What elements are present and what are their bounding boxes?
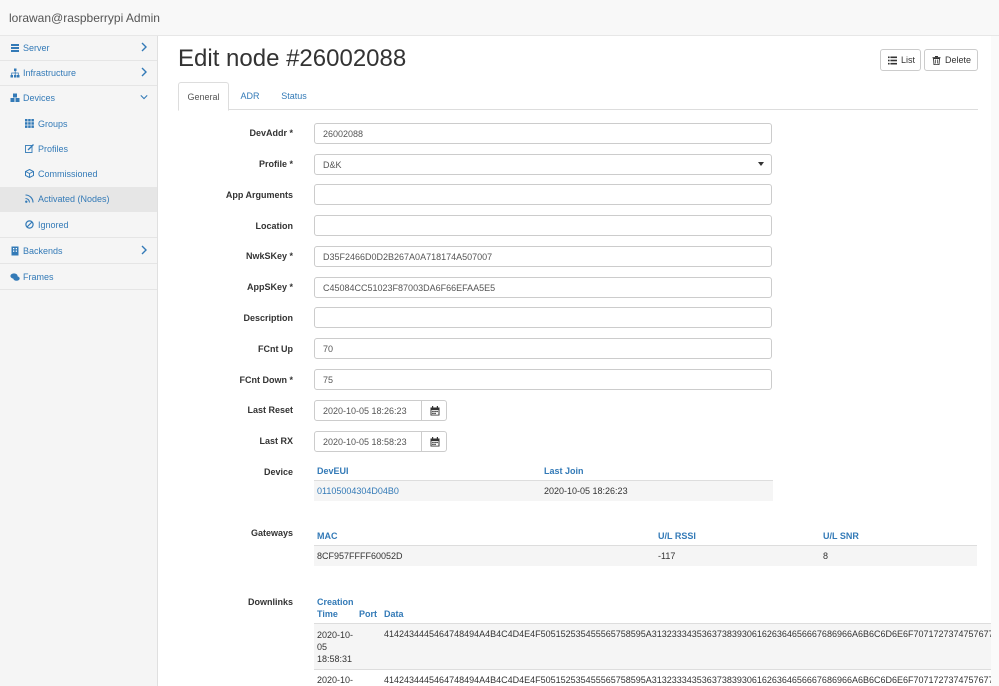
gateway-mac-value: 8CF957FFFF60052D (317, 551, 403, 561)
last-reset-label: Last Reset (247, 405, 293, 415)
chevron-right-icon (140, 67, 148, 77)
tab-bar: General ADR Status (178, 82, 978, 111)
calendar-icon (430, 437, 440, 447)
downlinks-label: Downlinks (247, 597, 293, 607)
app-title[interactable]: lorawan@raspberrypi Admin (9, 11, 160, 25)
port-header[interactable]: Port (359, 609, 377, 619)
downlink-time: 2020-10- 05 18:58:31 (317, 630, 354, 664)
sidebar-item-label: Devices (23, 93, 56, 103)
sidebar: Server Infrastructure Devices Groups Pro… (0, 36, 158, 686)
comments-icon (10, 272, 20, 282)
last-rx-label: Last RX (259, 436, 293, 446)
sidebar-item-infrastructure[interactable]: Infrastructure (0, 61, 157, 86)
description-field[interactable] (314, 307, 772, 328)
fcnt-up-label: FCnt Up (258, 344, 293, 354)
rss-icon (25, 194, 34, 203)
cube-icon (25, 169, 34, 178)
vertical-scrollbar[interactable] (991, 36, 999, 686)
tab-adr[interactable]: ADR (231, 82, 269, 110)
edit-icon (25, 144, 34, 153)
delete-button[interactable]: Delete (924, 49, 978, 71)
profile-select[interactable]: D&K (314, 154, 772, 175)
delete-button-label: Delete (945, 55, 972, 65)
sidebar-subitem-profiles[interactable]: Profiles (0, 137, 157, 162)
chevron-down-icon (140, 92, 148, 102)
sidebar-item-label: Backends (23, 246, 63, 256)
downlink-time: 2020-10- (317, 675, 354, 685)
last-reset-calendar-button[interactable] (421, 400, 447, 421)
nwkskey-field[interactable]: D35F2466D0D2B267A0A718174A507007 (314, 246, 772, 267)
devaddr-field[interactable]: 26002088 (314, 123, 772, 144)
gateway-snr-value: 8 (823, 551, 829, 561)
list-icon (888, 56, 897, 65)
description-label: Description (243, 313, 293, 323)
location-field[interactable] (314, 215, 772, 236)
sidebar-item-label: Frames (23, 272, 54, 282)
gateway-rssi-value: -117 (658, 551, 676, 561)
mac-header[interactable]: MAC (317, 531, 338, 541)
sidebar-subitem-label: Groups (38, 119, 68, 129)
appskey-field[interactable]: C45084CC51023F87003DA6F66EFAA5E5 (314, 277, 772, 298)
sidebar-item-label: Infrastructure (23, 68, 77, 78)
server-icon (10, 43, 20, 53)
fcnt-down-label: FCnt Down * (239, 375, 294, 385)
sidebar-subitem-label: Ignored (38, 220, 69, 230)
deveui-link[interactable]: 01105004304D04B0 (317, 486, 399, 496)
top-navbar: lorawan@raspberrypi Admin (0, 0, 999, 36)
creation-time-header[interactable]: Creation Time (317, 597, 354, 619)
appskey-label: AppSKey * (246, 282, 293, 292)
sidebar-subitem-groups[interactable]: Groups (0, 112, 157, 137)
chevron-right-icon (140, 42, 148, 52)
profile-label: Profile * (258, 159, 293, 169)
gateways-label: Gateways (250, 528, 293, 538)
last-rx-field[interactable]: 2020-10-05 18:58:23 (314, 431, 422, 452)
cubes-icon (10, 93, 20, 103)
last-join-value: 2020-10-05 18:26:23 (544, 486, 628, 496)
th-icon (25, 119, 34, 128)
list-button[interactable]: List (880, 49, 921, 71)
devaddr-label: DevAddr * (249, 128, 293, 138)
sidebar-subitem-label: Activated (Nodes) (38, 194, 110, 204)
fcnt-down-field[interactable]: 75 (314, 369, 772, 390)
sidebar-subitem-activated-nodes[interactable]: Activated (Nodes) (0, 187, 157, 212)
sidebar-subitem-commissioned[interactable]: Commissioned (0, 162, 157, 187)
location-label: Location (255, 221, 294, 231)
deveui-header[interactable]: DevEUI (317, 466, 349, 476)
sidebar-subitem-label: Profiles (38, 144, 69, 154)
downlink-data: 4142434445464748494A4B4C4D4E4F5051525354… (384, 629, 991, 639)
fcnt-up-field[interactable]: 70 (314, 338, 772, 359)
tab-status[interactable]: Status (272, 82, 316, 110)
sidebar-item-label: Server (23, 43, 50, 53)
trash-icon (932, 56, 941, 65)
app-arguments-field[interactable] (314, 184, 772, 205)
sitemap-icon (10, 68, 20, 78)
building-icon (10, 246, 20, 256)
tab-general[interactable]: General (178, 82, 229, 111)
list-button-label: List (901, 55, 916, 65)
ul-rssi-header[interactable]: U/L RSSI (658, 531, 696, 541)
device-label: Device (263, 467, 293, 477)
sidebar-item-devices[interactable]: Devices (0, 86, 157, 111)
last-reset-field[interactable]: 2020-10-05 18:26:23 (314, 400, 422, 421)
caret-down-icon (758, 162, 764, 166)
downlink-data: 4142434445464748494A4B4C4D4E4F5051525354… (384, 675, 991, 685)
chevron-right-icon (140, 245, 148, 255)
sidebar-item-server[interactable]: Server (0, 36, 157, 61)
last-join-header[interactable]: Last Join (544, 466, 584, 476)
app-arguments-label: App Arguments (225, 190, 293, 200)
calendar-icon (430, 406, 440, 416)
sidebar-subitem-label: Commissioned (38, 169, 98, 179)
page-title: Edit node #26002088 (178, 45, 407, 72)
ban-icon (25, 220, 34, 229)
sidebar-item-frames[interactable]: Frames (0, 265, 157, 290)
ul-snr-header[interactable]: U/L SNR (823, 531, 859, 541)
sidebar-item-backends[interactable]: Backends (0, 239, 157, 264)
gateway-table-row (314, 545, 977, 566)
data-header[interactable]: Data (384, 609, 404, 619)
last-rx-calendar-button[interactable] (421, 431, 447, 452)
nwkskey-label: NwkSKey * (245, 251, 293, 261)
sidebar-subitem-ignored[interactable]: Ignored (0, 213, 157, 238)
